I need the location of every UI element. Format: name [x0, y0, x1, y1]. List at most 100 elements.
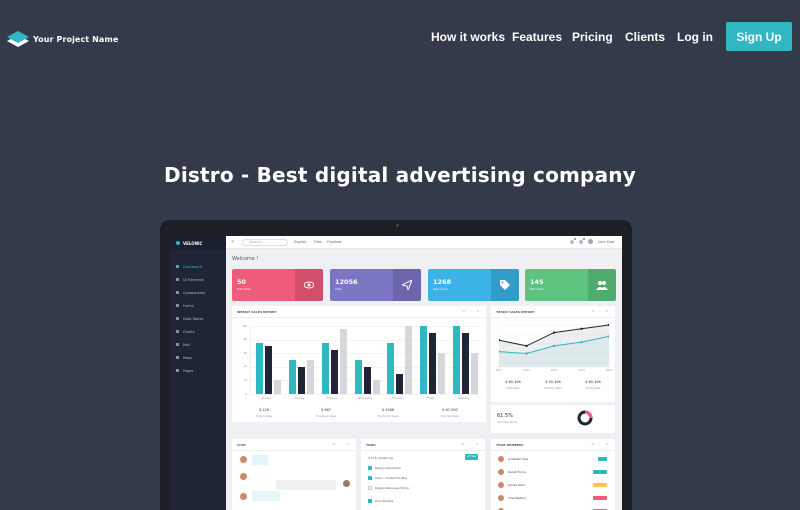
dashboard-search: Search...: [242, 239, 288, 246]
y-tick-label: 40: [243, 365, 247, 369]
laptop-mockup: VELONIC Dashboard UI Elements Components…: [160, 220, 632, 510]
bar: [438, 353, 446, 394]
users-icon: [588, 269, 616, 301]
dashboard-content: Welcome ! 50 Total Sales 12056 Visits 12…: [226, 249, 622, 510]
bar: [256, 343, 263, 394]
bar: [274, 380, 281, 394]
yearly-summary-label: Yearly Sales: [585, 387, 601, 390]
sidebar-item-dashboard: Dashboard: [170, 260, 226, 273]
weekly-summary-label: This Month Sales: [377, 415, 399, 418]
gridline: [251, 326, 481, 327]
yearly-line-chart: [499, 323, 609, 367]
x-tick-label: 2011: [495, 369, 503, 372]
x-tick-label: 2013: [550, 369, 558, 372]
data-point: [552, 344, 556, 348]
x-tick-label: Monday: [294, 397, 305, 400]
sidebar-item-charts: Charts: [170, 325, 226, 338]
stat-card-users: 145 New Users: [525, 269, 616, 301]
gridline: [251, 394, 481, 395]
gridline: [251, 353, 481, 355]
data-point: [552, 331, 556, 334]
bar: [420, 326, 428, 394]
chat-bubble: [252, 491, 280, 501]
yearly-summary-label: Monthly Sales: [544, 387, 562, 390]
data-point: [525, 344, 528, 348]
brand-name: Your Project Name: [33, 34, 119, 44]
weekly-summary-label: This Year Sales: [440, 415, 460, 418]
bar: [453, 326, 461, 394]
message-icon: [579, 237, 586, 244]
x-tick-label: 2015: [605, 369, 613, 372]
weekly-bar-chart: [250, 326, 481, 395]
chat-bubble: [252, 455, 268, 465]
bar: [363, 366, 371, 394]
nav-features[interactable]: Features: [512, 30, 562, 44]
sidebar-item-mail: Mail: [170, 338, 226, 351]
user-name: John Doe: [598, 239, 614, 244]
sidebar-item-components: Components: [170, 286, 226, 299]
bar: [372, 380, 380, 394]
avatar: [498, 495, 504, 501]
send-icon: [393, 269, 421, 301]
y-tick-label: 0: [245, 392, 247, 396]
sidebar-item-forms: Forms: [170, 299, 226, 312]
avatar: [240, 473, 247, 480]
menu-icon: ☰: [231, 240, 235, 244]
bar: [321, 343, 329, 394]
stat-card-orders: 1268 New Orders: [428, 269, 519, 301]
sidebar-item-maps: Maps: [170, 351, 226, 364]
bar: [429, 332, 437, 394]
conversion-value: 61.5%: [497, 413, 513, 419]
tag-icon: [491, 269, 519, 301]
weekly-summary-value: $ 967: [320, 408, 332, 412]
bar: [387, 343, 395, 394]
hero-title: Distro - Best digital advertising compan…: [164, 163, 636, 187]
team-member-name: Sarah Fonia: [508, 470, 526, 474]
panel-controls-icon: ⟳ – ×: [461, 442, 480, 446]
status-badge: [593, 496, 607, 500]
bar: [354, 360, 362, 394]
navbar: Your Project Name How it works Features …: [0, 0, 800, 74]
yearly-sales-panel: YEARLY SALES REPORT ⟳ – × 2011 2012 2013 20…: [491, 306, 615, 402]
nav-how-it-works[interactable]: How it works: [431, 30, 505, 44]
team-member-row: Sarah Fonia: [498, 469, 526, 475]
dashboard-topbar: ☰ Search... English Files Finished John …: [226, 236, 622, 249]
topbar-icons: John Doe: [570, 237, 614, 244]
bar: [405, 326, 413, 394]
chat-panel: CHAT ⟳ – ×: [232, 439, 356, 510]
team-members-panel: TEAM MEMBERS ⟳ – × Jonathan Doe Sarah Fon…: [491, 439, 615, 510]
weekly-summary-value: $ 126: [258, 408, 270, 412]
status-badge: [593, 483, 607, 487]
avatar: [498, 469, 504, 475]
team-member-name: Jonathan Doe: [508, 457, 529, 461]
data-point: [580, 340, 583, 344]
todo-panel: TODO ⟳ – × 2 of 6 remaining Archive Desi…: [361, 439, 485, 510]
bar: [297, 366, 305, 394]
avatar: [498, 482, 504, 488]
weekly-summary-label: Today's Sales: [255, 415, 273, 418]
avatar: [343, 480, 350, 487]
brand[interactable]: Your Project Name: [5, 28, 118, 50]
data-point: [580, 327, 583, 330]
eye-icon: [295, 269, 323, 301]
panel-controls-icon: ⟳ – ×: [462, 309, 481, 313]
yearly-summary-label: Total Sales: [506, 387, 520, 390]
weekly-summary-value: $ 4568: [381, 408, 395, 412]
avatar: [240, 493, 247, 500]
team-member-name: James Reid: [508, 483, 525, 487]
nav-clients[interactable]: Clients: [625, 30, 665, 44]
bar: [462, 332, 470, 394]
chat-bubble: [276, 480, 336, 490]
yearly-summary-value: $ 50,456: [545, 380, 561, 384]
y-tick-label: 100: [242, 324, 247, 328]
sidebar-item-ui-elements: UI Elements: [170, 273, 226, 286]
nav-pricing[interactable]: Pricing: [572, 30, 613, 44]
todo-item: Fine Updates: [368, 499, 393, 503]
x-tick-label: 2012: [523, 369, 530, 372]
signup-button[interactable]: Sign Up: [726, 22, 792, 51]
bar: [306, 360, 314, 394]
nav-login[interactable]: Log in: [677, 30, 713, 44]
y-tick-label: 60: [243, 351, 247, 355]
weekly-summary-value: $ 67,000: [442, 408, 458, 412]
y-tick-label: 80: [243, 338, 247, 342]
